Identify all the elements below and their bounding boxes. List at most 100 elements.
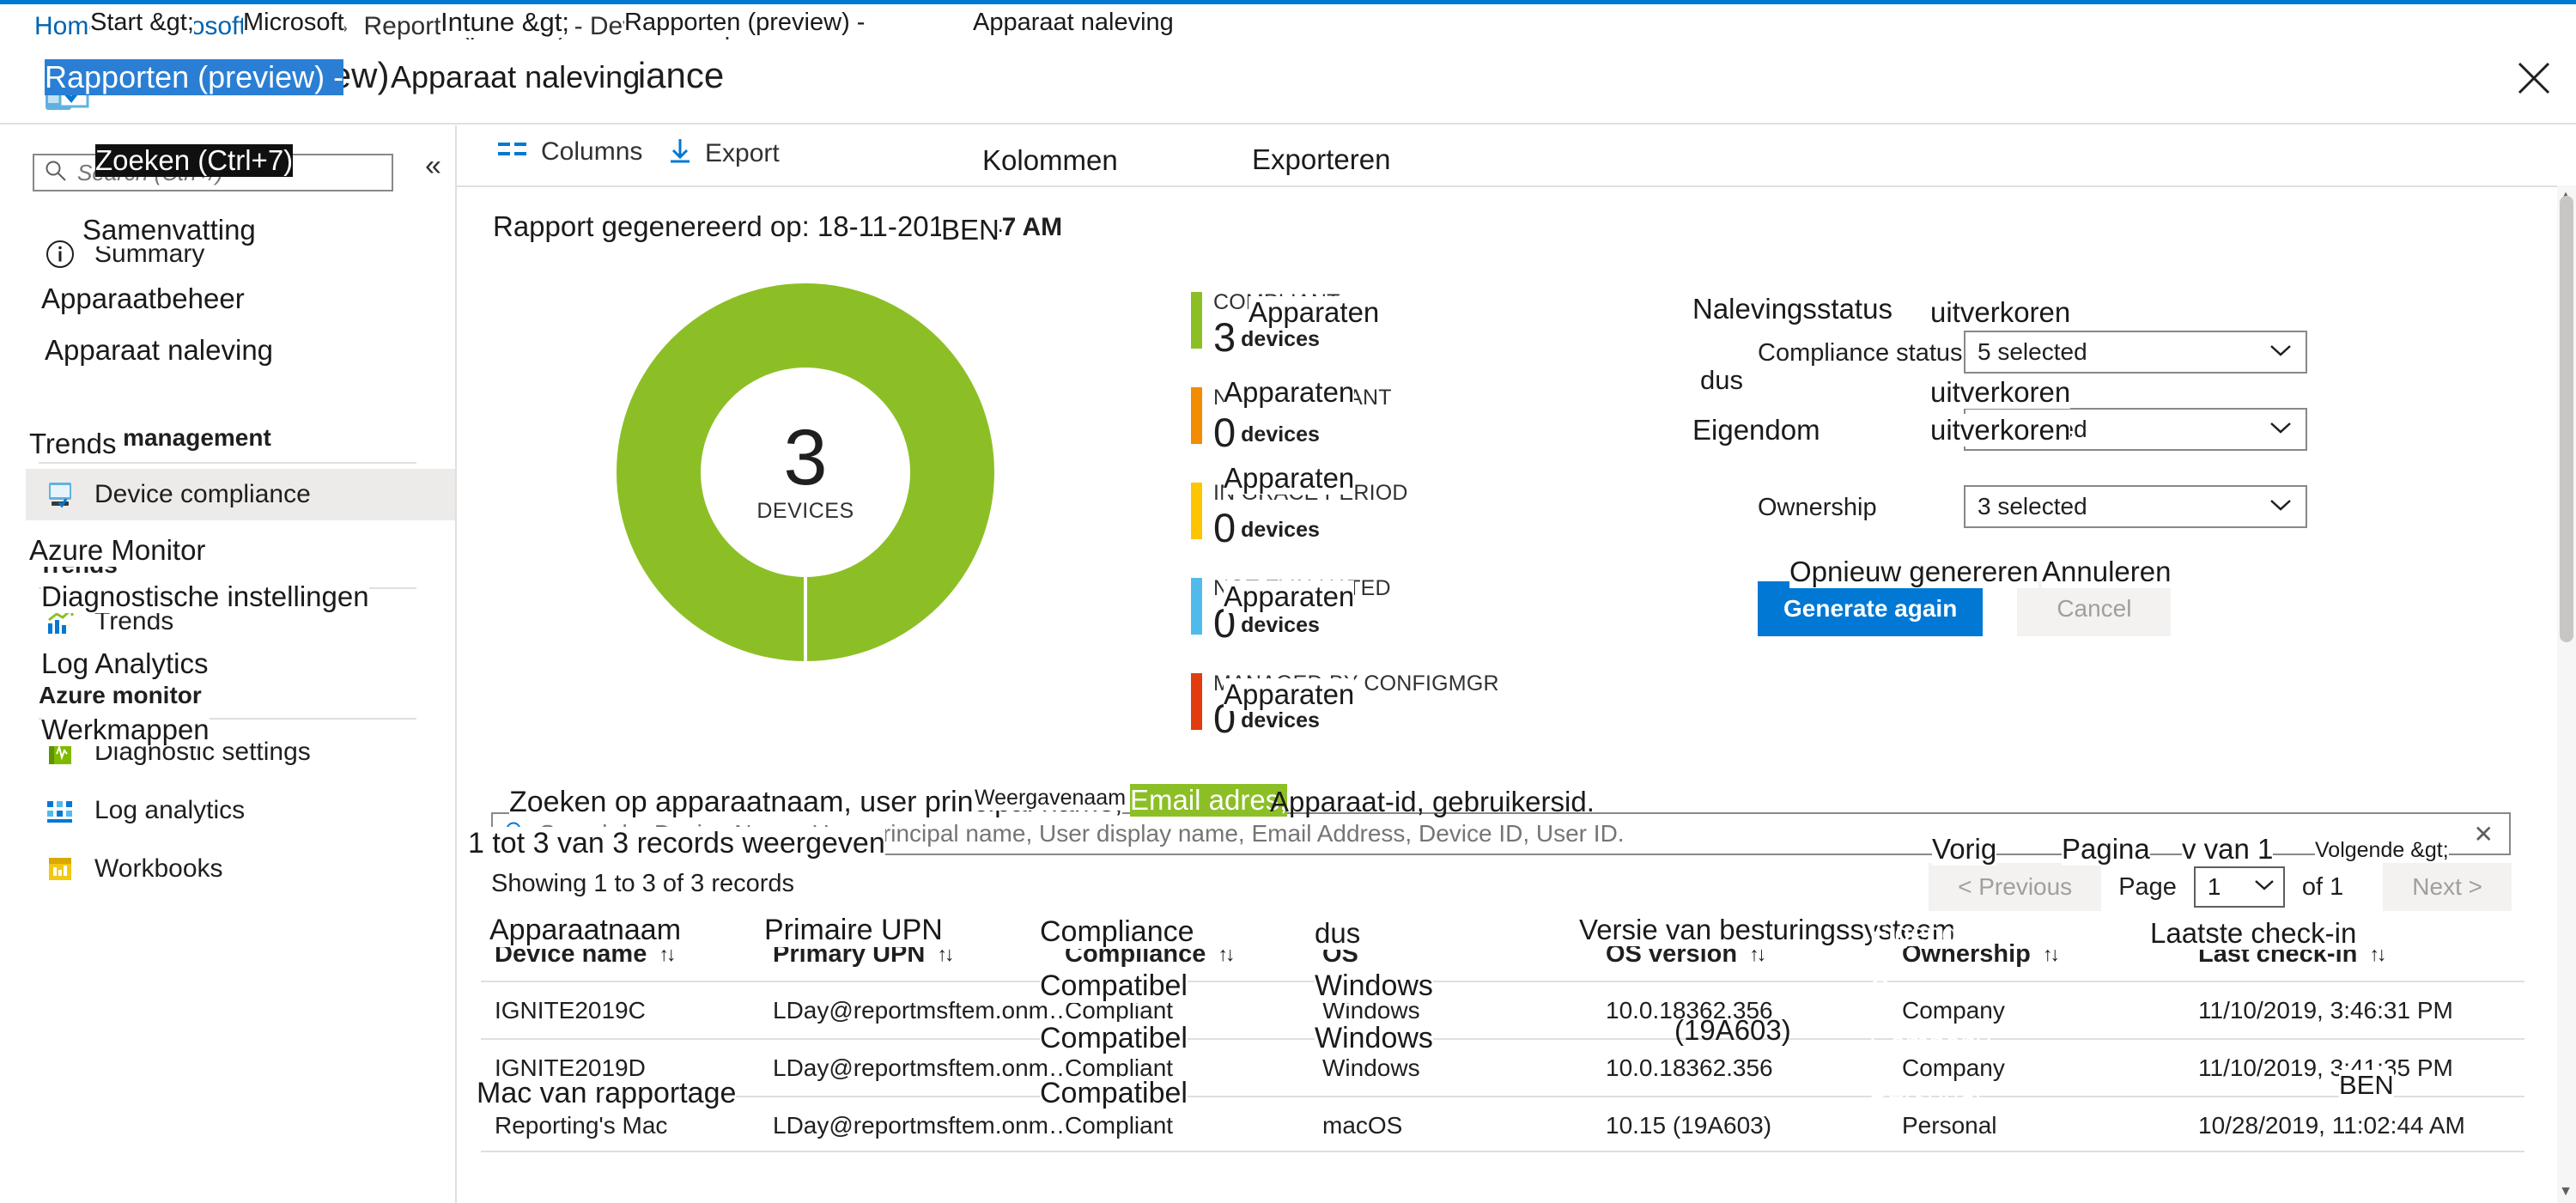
search-icon: [45, 160, 67, 186]
translation-overlay-text: Opnieuw genereren: [1789, 556, 2038, 588]
translation-overlay-text: Eigendom: [1869, 917, 1997, 949]
filter-select-compliance-status[interactable]: 5 selected: [1964, 331, 2307, 374]
translation-overlay-text: Eigendom: [1692, 414, 1820, 447]
translation-overlay-text: Apparaatbeheer: [41, 283, 245, 315]
export-label: Export: [705, 138, 780, 167]
command-bar: Columns Export: [457, 125, 2576, 185]
scrollbar-thumb[interactable]: [2560, 196, 2573, 642]
compliance-donut-chart: [617, 283, 994, 661]
cell-last-check-in: 11/10/2019, 3:46:31 PM: [2198, 996, 2453, 1024]
sort-icon[interactable]: ↑↓: [2043, 943, 2060, 966]
cell-os: macOS: [1322, 1111, 1403, 1139]
header-divider: [0, 123, 2576, 125]
workbooks-icon: [41, 850, 79, 888]
columns-icon: [498, 139, 529, 166]
cell-os: Windows: [1322, 1054, 1420, 1081]
sidebar-item-label-log-analytics: Log analytics: [94, 796, 246, 824]
legend-value-not-compliant: 0: [1213, 410, 1236, 455]
translation-overlay-text: Primaire UPN: [764, 914, 943, 947]
device-compliance-icon: [41, 476, 79, 513]
column-header-os[interactable]: OS: [1322, 940, 1606, 969]
sidebar-collapse-button[interactable]: «: [425, 151, 441, 180]
sort-icon[interactable]: ↑↓: [2369, 943, 2386, 966]
cell-primary-upn: LDay@reportmsftem.onm…: [773, 1111, 1065, 1139]
page-number-select[interactable]: 1: [2193, 866, 2285, 908]
translation-overlay-text: uitverkoren: [1930, 296, 2071, 329]
legend-value-compliant: 3: [1213, 314, 1236, 360]
sidebar-item-log-analytics[interactable]: Log analytics: [26, 785, 455, 836]
translation-overlay-text: Volgende &gt;: [2315, 838, 2449, 863]
next-page-button[interactable]: Next >: [2383, 863, 2512, 911]
page-number-value: 1: [2207, 873, 2221, 900]
translation-overlay-text: dus: [1315, 917, 1361, 950]
cell-primary-upn: LDay@reportmsftem.onm…: [773, 996, 1065, 1024]
translation-overlay-text: Apparaten: [1249, 296, 1380, 329]
translation-overlay-text: Trends: [29, 428, 117, 460]
chevron-down-icon: [2254, 878, 2275, 896]
cell-os-version: 10.0.18362.356: [1606, 1054, 1773, 1081]
translation-overlay-text: Compatibel: [1040, 969, 1188, 1003]
translation-overlay-text: uitverkoren: [1930, 414, 2071, 447]
translation-overlay-text: Apparaten: [1224, 580, 1355, 613]
translation-overlay-text: Compliance: [1040, 915, 1194, 949]
chevron-down-icon: [2269, 343, 2292, 362]
translation-overlay-text: Apparaten: [1224, 678, 1355, 711]
legend-swatch-not-compliant: [1191, 387, 1202, 444]
translation-overlay-text: Compatibel: [1040, 1022, 1188, 1055]
translation-overlay-text: Apparaatnaam: [489, 914, 682, 947]
legend-value-in-grace-period: 0: [1213, 505, 1236, 550]
cell-compliance: Compliant: [1065, 1111, 1174, 1139]
cell-last-check-in: 10/28/2019, 11:02:44 AM: [2198, 1111, 2465, 1139]
table-row[interactable]: IGNITE2019C LDay@reportmsftem.onm… Compl…: [481, 981, 2524, 1038]
translation-overlay-text: Mac van rapportage: [477, 1077, 737, 1110]
translation-overlay-text: Email adres,: [1130, 784, 1288, 817]
close-icon[interactable]: [2516, 60, 2552, 96]
filter-value-compliance-status: 5 selected: [1978, 338, 2087, 365]
chevron-down-icon: [2269, 498, 2292, 516]
translation-overlay-text: Intune &gt;: [440, 7, 569, 38]
cancel-button[interactable]: Cancel: [2017, 581, 2172, 636]
filter-label-compliance-status: Compliance status: [1758, 339, 1963, 367]
cell-device-name: Reporting's Mac: [495, 1111, 668, 1139]
legend-swatch-managed-by-configmgr: [1191, 673, 1202, 730]
translation-overlay-text: Rapporten (preview) -: [45, 59, 344, 95]
log-analytics-icon: [41, 792, 79, 829]
sidebar-item-device-compliance[interactable]: Device compliance: [26, 469, 455, 520]
chevron-down-icon: [2269, 421, 2292, 439]
sidebar-item-label-workbooks: Workbooks: [94, 854, 223, 883]
sort-icon[interactable]: ↑↓: [1218, 943, 1235, 966]
translation-overlay-text: Zoeken (Ctrl+7): [95, 144, 294, 177]
table-row[interactable]: Reporting's Mac LDay@reportmsftem.onm… C…: [481, 1096, 2524, 1153]
legend-unit-not-compliant: devices: [1241, 422, 1320, 447]
translation-overlay-text: BEN: [2339, 1070, 2394, 1101]
sidebar-item-label-device-compliance: Device compliance: [94, 480, 311, 508]
clear-search-icon[interactable]: ✕: [2474, 820, 2494, 848]
previous-page-button[interactable]: < Previous: [1929, 863, 2102, 911]
sidebar-item-workbooks[interactable]: Workbooks: [26, 843, 455, 895]
translation-overlay-text: Company: [1869, 1027, 1991, 1059]
legend-unit-compliant: devices: [1241, 327, 1320, 351]
cell-primary-upn: LDay@reportmsftem.onm…: [773, 1054, 1065, 1081]
translation-overlay-text: (19A603): [1674, 1014, 1791, 1046]
export-button[interactable]: Export: [667, 137, 780, 169]
translation-overlay-text: Rapport gegenereerd op: 18-11-2019,: [493, 210, 969, 243]
generate-again-button[interactable]: Generate again: [1758, 581, 1984, 636]
sidebar-group-divider-1: [39, 462, 416, 464]
translation-overlay-text: v van 1: [2182, 833, 2274, 866]
translation-overlay-text: Kolommen: [982, 144, 1118, 177]
filter-panel: Compliance status 5 selected OS 9 select…: [1758, 331, 2359, 636]
legend-swatch-compliant: [1191, 292, 1202, 349]
records-count-label: Showing 1 to 3 of 3 records: [491, 870, 795, 897]
page-total-label: of 1: [2301, 872, 2344, 901]
filter-select-ownership[interactable]: 3 selected: [1964, 485, 2307, 528]
table-row[interactable]: IGNITE2019D LDay@reportmsftem.onm… Compl…: [481, 1038, 2524, 1096]
scroll-down-icon[interactable]: ▼: [2559, 1184, 2573, 1200]
pagination: < Previous Page 1 of 1 Next >: [1929, 863, 2512, 911]
columns-button[interactable]: Columns: [498, 137, 642, 167]
legend-unit-not-evaluated: devices: [1241, 613, 1320, 637]
translation-overlay-text: Apparaat naleving: [391, 59, 641, 95]
columns-label: Columns: [541, 137, 643, 166]
cell-os-version: 10.15 (19A603): [1606, 1111, 1772, 1139]
cell-ownership: Personal: [1902, 1111, 1997, 1139]
translation-overlay-text: 1 tot 3 van 3 records weergeven: [468, 827, 885, 860]
